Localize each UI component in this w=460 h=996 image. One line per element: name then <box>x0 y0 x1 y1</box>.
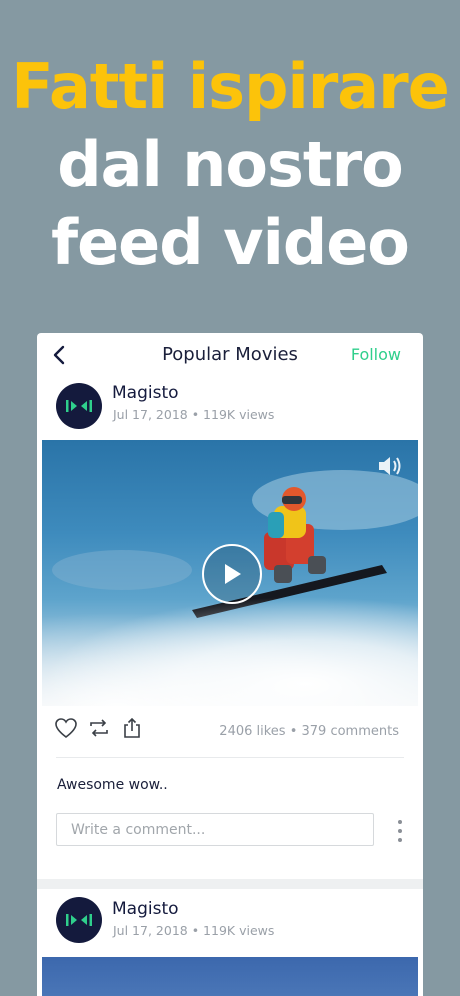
follow-button[interactable]: Follow <box>351 345 401 364</box>
post-meta: Jul 17, 2018 • 119K views <box>113 923 275 938</box>
share-icon[interactable] <box>121 717 143 743</box>
post-separator <box>37 879 423 889</box>
comment-field[interactable] <box>56 813 374 846</box>
app-screen-card: Popular Movies Follow Magisto Jul 17, 20… <box>37 333 423 996</box>
post-actions: 2406 likes • 379 comments <box>37 713 423 749</box>
avatar[interactable] <box>56 383 102 429</box>
post-header: Magisto Jul 17, 2018 • 119K views <box>37 889 423 951</box>
video-player[interactable] <box>42 957 418 996</box>
post-author[interactable]: Magisto <box>112 383 179 403</box>
avatar[interactable] <box>56 897 102 943</box>
more-options-icon[interactable] <box>395 820 405 842</box>
heart-icon[interactable] <box>54 717 78 743</box>
video-player[interactable] <box>42 440 418 706</box>
post-header: Magisto Jul 17, 2018 • 119K views <box>37 377 423 439</box>
repost-icon[interactable] <box>88 717 110 743</box>
post-caption: Awesome wow.. <box>57 777 168 793</box>
headline-line-3: feed video <box>51 206 410 279</box>
comment-input[interactable] <box>57 814 361 845</box>
divider <box>56 757 404 758</box>
post-author[interactable]: Magisto <box>112 899 179 919</box>
snow-spray <box>42 596 418 706</box>
likes-comments-count[interactable]: 2406 likes • 379 comments <box>219 724 399 739</box>
top-bar: Popular Movies Follow <box>37 333 423 377</box>
headline-line-2: dal nostro <box>57 128 404 201</box>
play-icon[interactable] <box>202 544 262 604</box>
headline-line-1: Fatti ispirare <box>11 50 450 123</box>
post-meta: Jul 17, 2018 • 119K views <box>113 407 275 422</box>
speaker-icon[interactable] <box>376 454 404 482</box>
promo-headline: Fatti ispirare dal nostro feed video <box>0 48 460 282</box>
